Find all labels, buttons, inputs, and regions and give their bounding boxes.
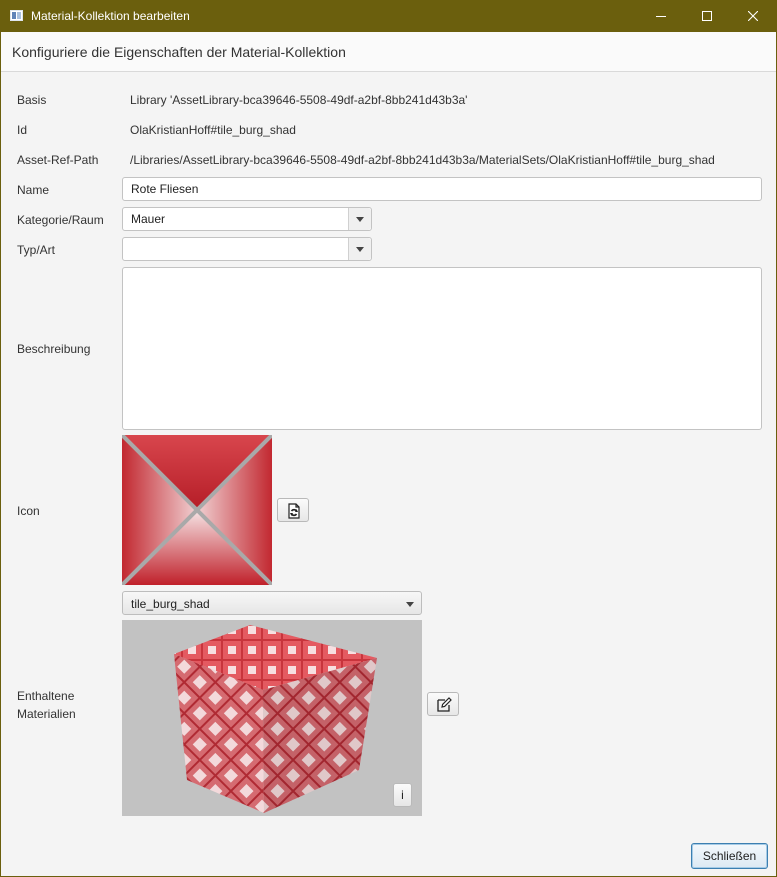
kategorie-label: Kategorie/Raum — [17, 213, 104, 227]
cube-preview-image — [174, 625, 377, 813]
chevron-down-icon — [406, 602, 414, 607]
kategorie-dropdown-button[interactable] — [348, 208, 371, 230]
id-value: OlaKristianHoff#tile_burg_shad — [130, 123, 296, 137]
refresh-file-icon — [288, 503, 300, 519]
asset-ref-path-value: /Libraries/AssetLibrary-bca39646-5508-49… — [130, 153, 715, 167]
dialog-header: Konfiguriere die Eigenschaften der Mater… — [1, 32, 776, 72]
kategorie-value: Mauer — [131, 212, 166, 226]
window-close-button[interactable] — [730, 1, 776, 32]
typ-combobox[interactable] — [122, 237, 372, 261]
materialien-label-line1: Enthaltene — [17, 689, 75, 703]
basis-label: Basis — [17, 93, 47, 107]
close-icon — [748, 11, 758, 21]
beschreibung-textarea[interactable] — [122, 267, 762, 430]
material-icon-preview — [122, 435, 272, 585]
icon-label: Icon — [17, 504, 40, 518]
kategorie-combobox[interactable]: Mauer — [122, 207, 372, 231]
material-selected-value: tile_burg_shad — [131, 597, 210, 611]
chevron-down-icon — [356, 247, 364, 252]
dialog-window: Material-Kollektion bearbeiten Konfiguri… — [0, 0, 777, 877]
header-text: Konfiguriere die Eigenschaften der Mater… — [12, 44, 346, 60]
material-3d-preview[interactable]: i — [122, 620, 422, 816]
edit-materials-button[interactable] — [427, 692, 459, 716]
info-button[interactable]: i — [393, 783, 412, 807]
close-dialog-button[interactable]: Schließen — [691, 843, 768, 869]
chevron-down-icon — [356, 217, 364, 222]
material-selector[interactable]: tile_burg_shad — [122, 591, 422, 615]
basis-value: Library 'AssetLibrary-bca39646-5508-49df… — [130, 93, 468, 107]
minimize-icon — [656, 16, 666, 17]
materialien-label-line2: Materialien — [17, 707, 76, 721]
change-icon-button[interactable] — [277, 498, 309, 522]
typ-dropdown-button[interactable] — [348, 238, 371, 260]
typ-label: Typ/Art — [17, 243, 56, 257]
window-app-icon — [10, 10, 23, 21]
name-input[interactable]: Rote Fliesen — [122, 177, 762, 201]
title-bar[interactable]: Material-Kollektion bearbeiten — [1, 1, 776, 32]
edit-icon — [437, 697, 452, 712]
id-label: Id — [17, 123, 28, 137]
name-label: Name — [17, 183, 50, 197]
minimize-button[interactable] — [638, 1, 684, 32]
asset-ref-path-label: Asset-Ref-Path — [17, 153, 99, 167]
beschreibung-label: Beschreibung — [17, 342, 91, 356]
maximize-icon — [702, 11, 712, 21]
maximize-button[interactable] — [684, 1, 730, 32]
window-title: Material-Kollektion bearbeiten — [31, 9, 190, 23]
